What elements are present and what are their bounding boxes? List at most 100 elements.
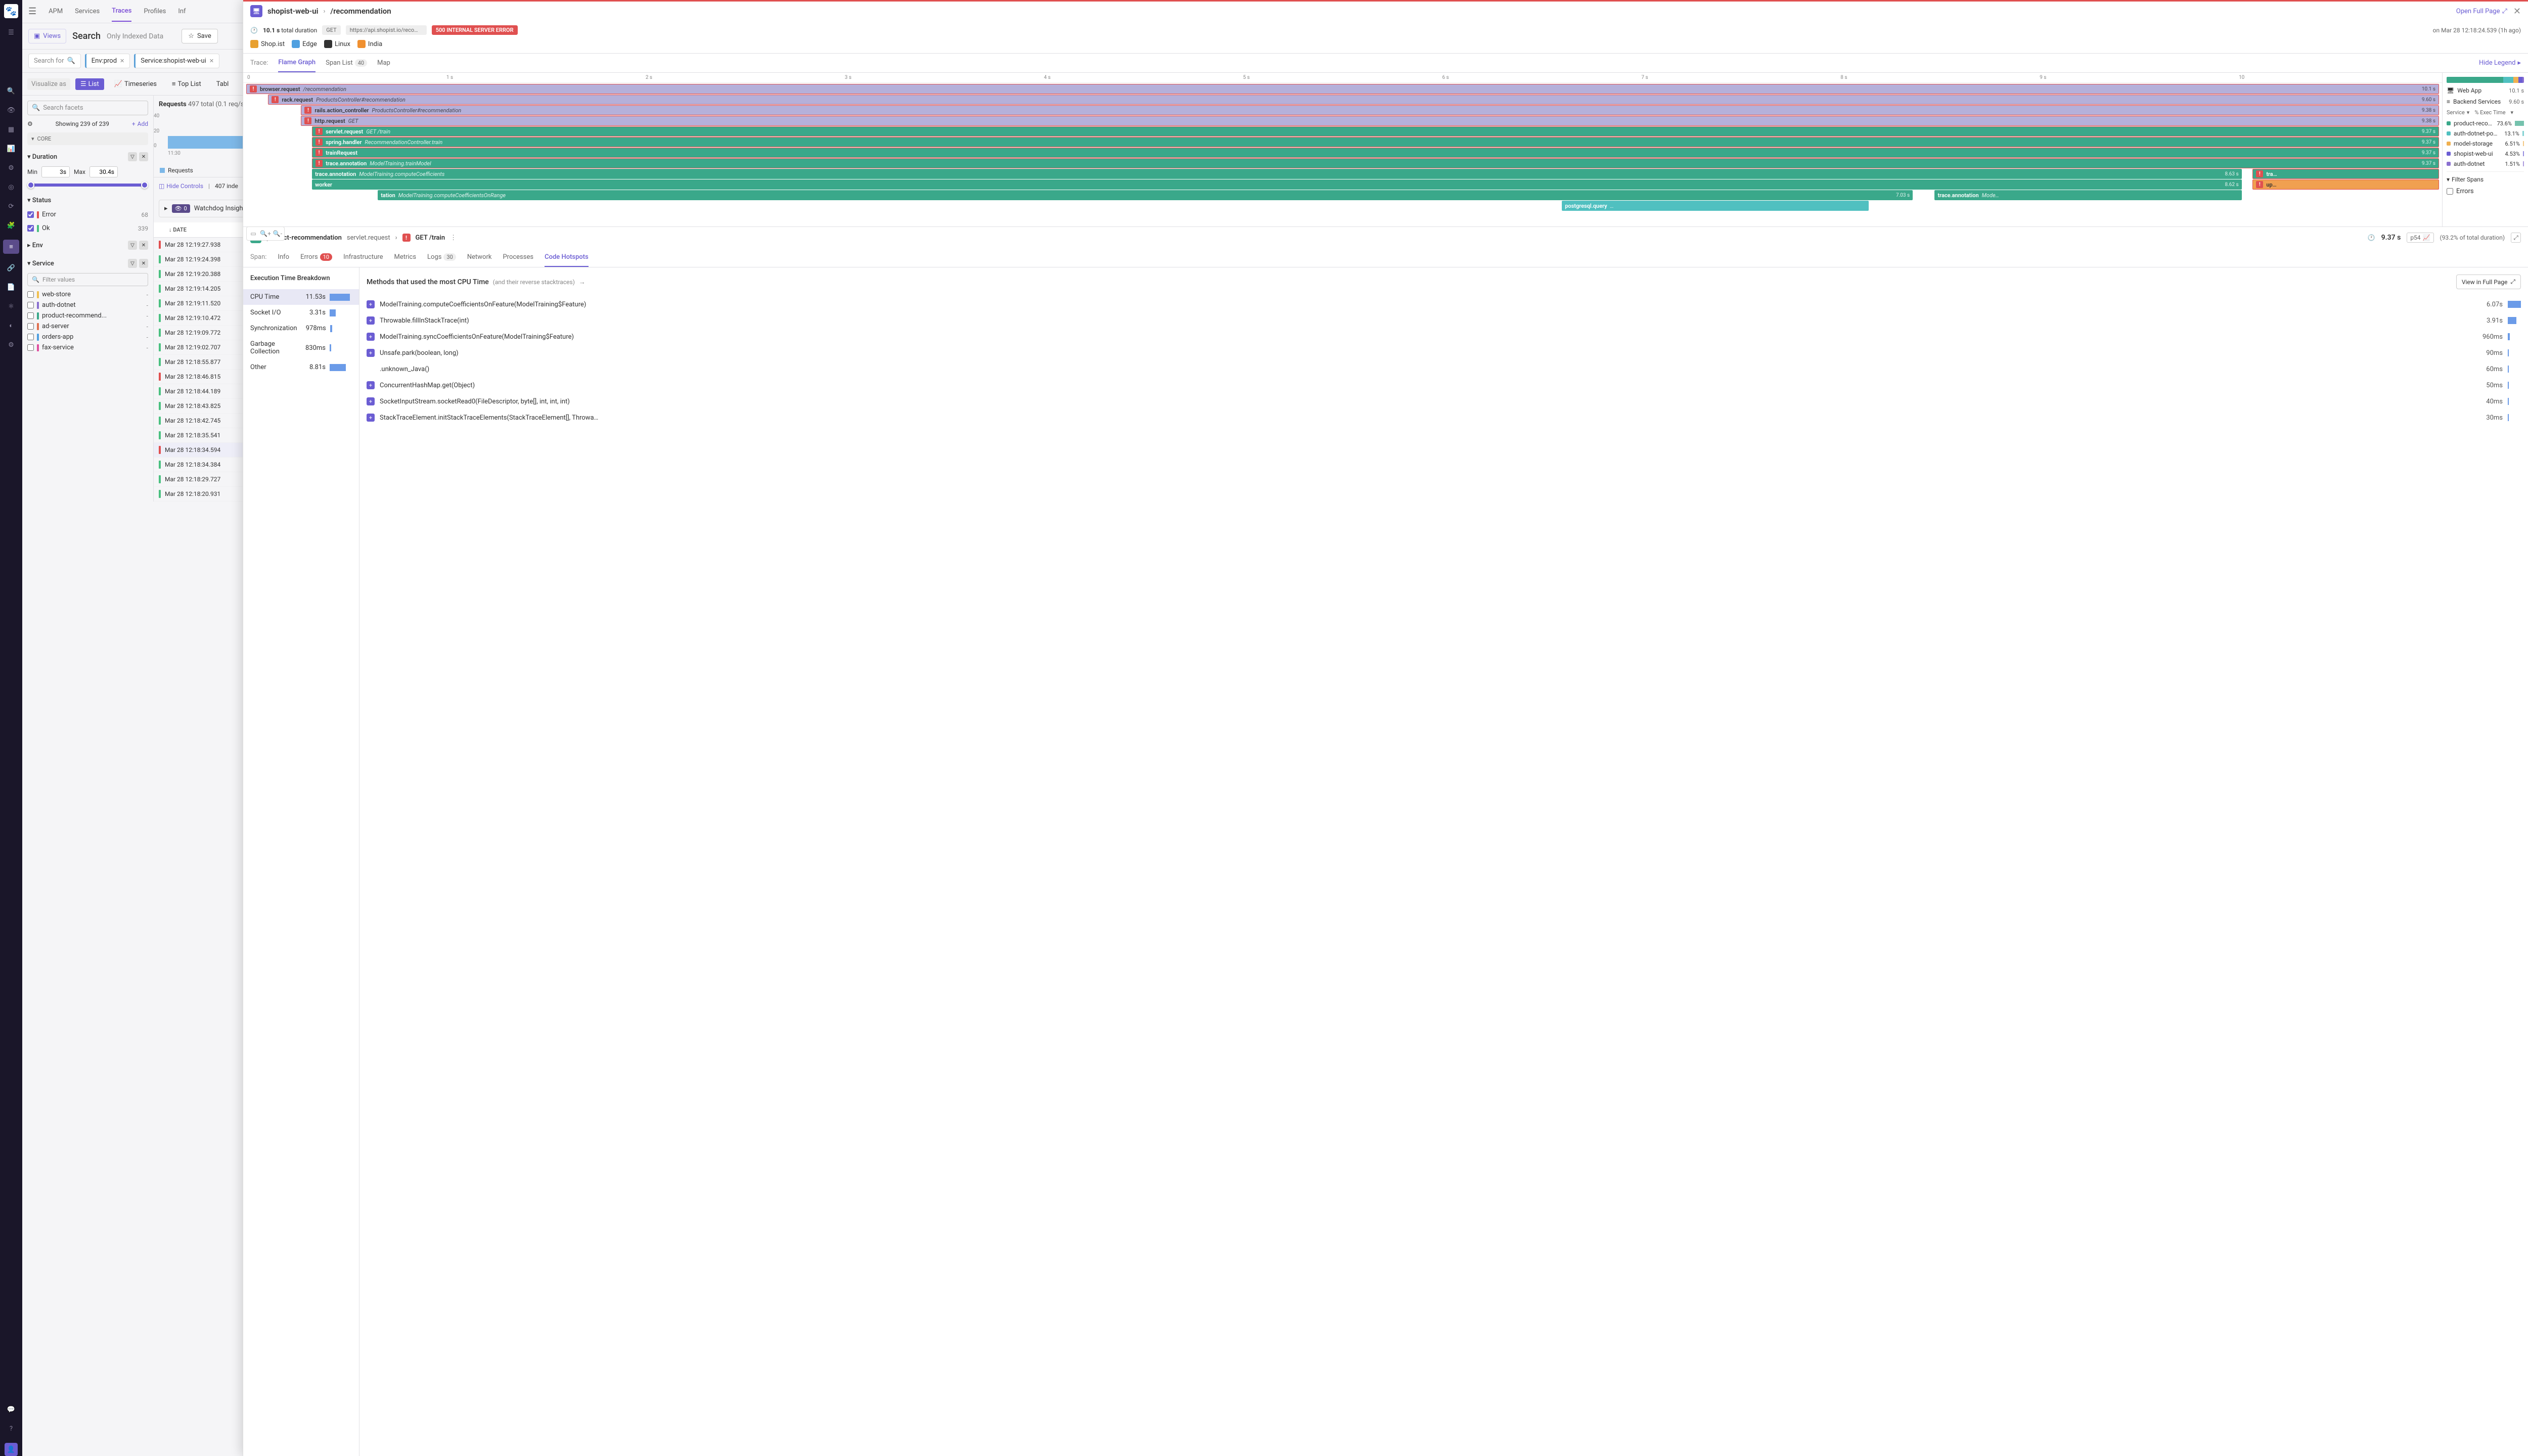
core-header[interactable]: ▾CORE <box>27 132 148 145</box>
flame-span[interactable]: !rack.requestProductsController#recommen… <box>268 95 2439 105</box>
context-tag[interactable]: India <box>357 40 382 48</box>
flame-span[interactable]: !tra… <box>2252 169 2439 179</box>
flame-span[interactable]: !trainRequest9.37 s <box>312 148 2439 158</box>
help-icon[interactable]: ? <box>6 1424 16 1434</box>
open-full-page[interactable]: Open Full Page ⤢ <box>2456 8 2507 15</box>
filter-icon[interactable]: ▽ <box>128 259 137 268</box>
rum-icon[interactable]: ⚛ <box>6 301 16 311</box>
facet-search[interactable]: 🔍Search facets <box>27 101 148 115</box>
expand-icon[interactable]: + <box>367 381 375 389</box>
expand-icon[interactable]: + <box>367 349 375 357</box>
security-icon[interactable]: 🔗 <box>6 263 16 273</box>
flame-span[interactable]: !http.requestGET9.38 s <box>301 116 2439 126</box>
filter-errors-check[interactable]: Errors <box>2447 186 2524 197</box>
select-tool[interactable]: ▭ <box>248 228 259 239</box>
service-check[interactable]: web-store- <box>27 289 148 300</box>
hide-legend-button[interactable]: Hide Legend ▸ <box>2479 59 2521 67</box>
gear-icon[interactable]: ⚙ <box>27 120 33 127</box>
remove-filter-icon[interactable]: ✕ <box>209 58 214 64</box>
tab-code-hotspots[interactable]: Code Hotspots <box>545 248 589 267</box>
status-error-check[interactable]: Error68 <box>27 209 148 220</box>
datadog-logo[interactable]: 🐾 <box>4 4 18 18</box>
service-check[interactable]: product-recommend...- <box>27 310 148 321</box>
flame-span[interactable]: postgresql.query… <box>1562 201 1869 211</box>
service-name[interactable]: shopist-web-ui <box>267 7 319 16</box>
method-row[interactable]: +.unknown_Java()60ms <box>367 361 2521 377</box>
nav-services[interactable]: Services <box>75 2 100 21</box>
context-tag[interactable]: Edge <box>292 40 317 48</box>
context-tag[interactable]: Shop.ist <box>250 40 285 48</box>
flame-span[interactable]: !rails.action_controllerProductsControll… <box>301 105 2439 115</box>
filter-env[interactable]: Env:prod✕ <box>85 54 130 68</box>
metrics-icon[interactable]: 📊 <box>6 144 16 154</box>
search-input-wrap[interactable]: Search for🔍 <box>28 54 81 68</box>
tab-network[interactable]: Network <box>467 248 492 267</box>
viz-timeseries[interactable]: 📈 Timeseries <box>109 78 162 90</box>
service-filter-input[interactable]: 🔍Filter values <box>27 273 148 286</box>
tab-span-list[interactable]: Span List40 <box>326 54 367 72</box>
viz-table[interactable]: Tabl <box>211 78 234 90</box>
nav-inf[interactable]: Inf <box>178 2 186 21</box>
tab-infrastructure[interactable]: Infrastructure <box>343 248 383 267</box>
facet-service-header[interactable]: ▾ Service▽✕ <box>27 257 148 270</box>
expand-icon[interactable]: + <box>367 414 375 422</box>
flame-span[interactable]: trace.annotationMode… <box>1934 190 2241 200</box>
tab-info[interactable]: Info <box>278 248 289 267</box>
settings-icon[interactable]: ⚙ <box>6 340 16 350</box>
chat-icon[interactable]: 💬 <box>6 1404 16 1415</box>
tab-flame-graph[interactable]: Flame Graph <box>278 54 315 72</box>
hotspot-category[interactable]: Socket I/O3.31s <box>250 305 352 321</box>
method-row[interactable]: +SocketInputStream.socketRead0(FileDescr… <box>367 393 2521 410</box>
method-row[interactable]: +Unsafe.park(boolean, long)90ms <box>367 345 2521 361</box>
user-avatar[interactable]: 👤 <box>5 1443 18 1456</box>
views-button[interactable]: ▣Views <box>28 29 66 43</box>
service-check[interactable]: fax-service- <box>27 342 148 353</box>
legend-service[interactable]: auth-dotnet1.51% <box>2447 160 2524 167</box>
service-check[interactable]: ad-server- <box>27 321 148 332</box>
nav-profiles[interactable]: Profiles <box>144 2 166 21</box>
facet-duration-header[interactable]: ▾ Duration▽✕ <box>27 150 148 163</box>
hotspot-category[interactable]: Other8.81s <box>250 359 352 375</box>
hotspot-category[interactable]: CPU Time11.53s <box>243 289 359 305</box>
expand-icon[interactable]: + <box>367 316 375 325</box>
logs-icon[interactable]: 📄 <box>6 282 16 292</box>
legend-service[interactable]: product-recom…73.6% <box>2447 120 2524 127</box>
status-ok-check[interactable]: Ok339 <box>27 223 148 234</box>
percentile-badge[interactable]: p54 📈 <box>2407 233 2433 243</box>
arrow-right-icon[interactable]: → <box>579 278 585 286</box>
monitors-icon[interactable]: ◎ <box>6 182 16 192</box>
flame-span[interactable]: !browser.request/recommendation10.1 s <box>246 84 2439 94</box>
min-input[interactable] <box>41 166 70 177</box>
flame-span[interactable]: !servlet.requestGET /train9.37 s <box>312 126 2439 136</box>
search-icon[interactable]: 🔍 <box>6 86 16 96</box>
tab-map[interactable]: Map <box>377 54 390 72</box>
close-icon[interactable]: ✕ <box>2513 6 2521 17</box>
expand-icon[interactable]: + <box>367 397 375 405</box>
remove-filter-icon[interactable]: ✕ <box>120 58 124 64</box>
viz-toplist[interactable]: ≡ Top List <box>167 78 206 90</box>
dashboard-icon[interactable]: ▦ <box>6 124 16 134</box>
filter-service[interactable]: Service:shopist-web-ui✕ <box>134 54 219 68</box>
apm-icon[interactable]: ⟳ <box>6 201 16 211</box>
flame-span[interactable]: !trace.annotationModelTraining.trainMode… <box>312 158 2439 168</box>
flame-span[interactable]: !up… <box>2252 179 2439 190</box>
plugins-icon[interactable]: 🧩 <box>6 220 16 231</box>
expand-icon[interactable]: + <box>367 333 375 341</box>
tab-errors[interactable]: Errors10 <box>300 248 332 267</box>
add-facet[interactable]: + Add <box>132 120 148 127</box>
service-check[interactable]: orders-app- <box>27 332 148 342</box>
binoculars-icon[interactable]: 👁 <box>6 105 16 115</box>
viz-list[interactable]: ☰ List <box>75 78 104 90</box>
flame-span[interactable]: tationModelTraining.computeCoefficientsO… <box>378 190 1913 200</box>
method-row[interactable]: +StackTraceElement.initStackTraceElement… <box>367 410 2521 426</box>
view-full-page-button[interactable]: View in Full Page ⤢ <box>2456 275 2521 289</box>
context-tag[interactable]: Linux <box>324 40 350 48</box>
legend-service[interactable]: auth-dotnet-po…13.1% <box>2447 130 2524 137</box>
hide-controls-button[interactable]: ◫ Hide Controls <box>159 183 203 190</box>
legend-service[interactable]: shopist-web-ui4.53% <box>2447 150 2524 157</box>
traces-icon[interactable]: ≡ <box>3 240 19 254</box>
close-icon[interactable]: ✕ <box>139 241 148 250</box>
close-icon[interactable]: ✕ <box>139 259 148 268</box>
facet-env-header[interactable]: ▸ Env▽✕ <box>27 239 148 252</box>
filter-spans-toggle[interactable]: ▾ Filter Spans <box>2447 176 2524 183</box>
